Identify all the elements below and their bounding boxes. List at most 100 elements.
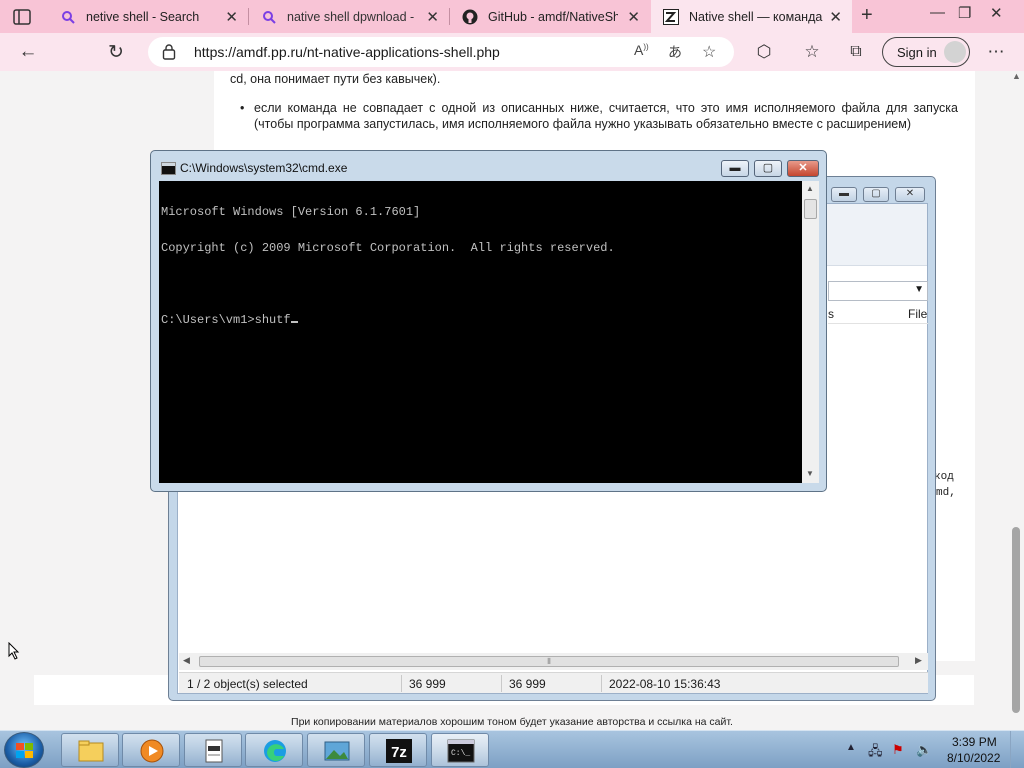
cmd-prompt-line: C:\Users\vm1>shutf xyxy=(161,313,291,327)
github-icon xyxy=(462,9,478,25)
sign-in-label: Sign in xyxy=(897,45,937,60)
scroll-right-icon[interactable]: ▶ xyxy=(915,655,922,666)
tab-search-1[interactable]: netive shell - Search ✕ xyxy=(48,0,248,33)
close-tab-icon[interactable]: ✕ xyxy=(426,8,439,26)
clock-time[interactable]: 3:39 PM xyxy=(952,735,997,749)
sign-in-button[interactable]: Sign in xyxy=(882,37,970,67)
tab-title: netive shell - Search xyxy=(86,9,200,24)
cmd-vertical-scrollbar[interactable]: ▲ ▼ xyxy=(802,181,819,483)
article-text: cd, она понимает пути без кавычек). если… xyxy=(230,71,958,133)
clock-date[interactable]: 8/10/2022 xyxy=(947,751,1000,765)
code-fragment: код md, xyxy=(934,469,956,501)
status-divider xyxy=(501,675,502,692)
avatar-icon xyxy=(944,41,966,63)
more-menu-icon[interactable]: ⋯ xyxy=(984,40,1008,64)
back-icon[interactable]: ← xyxy=(16,40,40,64)
fm-close-icon[interactable]: ✕ xyxy=(895,187,925,202)
minimize-icon[interactable]: — xyxy=(930,4,945,21)
site-favicon-icon xyxy=(663,8,679,25)
scroll-up-icon[interactable]: ▲ xyxy=(806,184,814,193)
lock-icon[interactable] xyxy=(162,43,176,60)
show-desktop-button[interactable] xyxy=(1010,731,1024,768)
cmd-minimize-icon[interactable]: ▬ xyxy=(721,160,749,177)
refresh-icon[interactable]: ↻ xyxy=(104,40,128,64)
page-scrollbar[interactable]: ▲ xyxy=(1008,71,1024,730)
windows-logo-icon xyxy=(16,743,33,758)
status-divider xyxy=(401,675,402,692)
tab-native-shell[interactable]: Native shell — команда ✕ xyxy=(651,0,852,33)
action-center-icon[interactable]: ⚑ xyxy=(892,742,904,758)
cmd-window[interactable]: C:\Windows\system32\cmd.exe ▬ ▢ ✕ Micros… xyxy=(150,150,827,492)
cmd-icon[interactable] xyxy=(161,162,176,175)
close-tab-icon[interactable]: ✕ xyxy=(829,8,842,26)
close-window-icon[interactable]: ✕ xyxy=(990,4,1003,22)
fm-column-file[interactable]: File xyxy=(908,307,927,321)
cmd-scroll-thumb[interactable] xyxy=(804,199,817,219)
translate-icon[interactable]: あ xyxy=(668,42,682,62)
add-favorite-icon[interactable]: ☆ xyxy=(702,42,716,62)
system-tray: ▲ 🖧 ⚑ 🔈 3:39 PM 8/10/2022 xyxy=(844,731,1024,768)
cmd-line: Copyright (c) 2009 Microsoft Corporation… xyxy=(161,241,615,255)
svg-text:7z: 7z xyxy=(391,744,407,761)
fm-maximize-icon[interactable]: ▢ xyxy=(863,187,889,202)
extensions-icon[interactable]: ⬡ xyxy=(752,40,776,64)
article-line: cd, она понимает пути без кавычек). xyxy=(230,72,441,86)
text-cursor xyxy=(290,321,298,323)
cmd-console[interactable]: Microsoft Windows [Version 6.1.7601] Cop… xyxy=(159,181,802,483)
fm-horizontal-scrollbar[interactable]: ◀ ⦀ ▶ xyxy=(179,653,928,670)
scroll-down-icon[interactable]: ▼ xyxy=(806,469,814,478)
cmd-close-icon[interactable]: ✕ xyxy=(787,160,819,177)
address-bar[interactable]: https://amdf.pp.ru/nt-native-application… xyxy=(148,37,734,67)
start-button[interactable] xyxy=(4,732,44,768)
close-tab-icon[interactable]: ✕ xyxy=(627,8,640,26)
notepad-icon xyxy=(205,739,223,763)
taskbar-explorer[interactable] xyxy=(61,733,119,767)
fm-column-partial[interactable]: s xyxy=(828,307,834,321)
fm-column-header: s File xyxy=(828,304,928,324)
chevron-down-icon[interactable]: ▼ xyxy=(914,284,924,295)
taskbar-edge[interactable] xyxy=(245,733,303,767)
edge-icon xyxy=(264,740,286,762)
status-divider xyxy=(601,675,602,692)
scroll-up-icon[interactable]: ▲ xyxy=(1012,71,1021,81)
tab-title: GitHub - amdf/NativeShe xyxy=(488,9,618,24)
tab-title: native shell dpwnload - S xyxy=(287,9,417,24)
favorites-icon[interactable]: ☆ xyxy=(800,40,824,64)
taskbar-cmd[interactable]: C:\_ xyxy=(431,733,489,767)
taskbar-7zip[interactable]: 7z xyxy=(369,733,427,767)
fm-path-dropdown[interactable]: ▼ xyxy=(828,281,928,301)
network-icon[interactable]: 🖧 xyxy=(868,742,883,764)
fm-minimize-icon[interactable]: ▬ xyxy=(831,187,857,202)
taskbar-notepad[interactable] xyxy=(184,733,242,767)
restore-icon[interactable]: ❐ xyxy=(958,4,971,22)
close-tab-icon[interactable]: ✕ xyxy=(225,8,238,26)
tab-actions-icon[interactable] xyxy=(12,7,32,27)
volume-icon[interactable]: 🔈 xyxy=(916,742,932,758)
fm-status-modified: 2022-08-10 15:36:43 xyxy=(609,677,721,691)
taskbar: 7z C:\_ ▲ 🖧 ⚑ 🔈 3:39 PM 8/10/2022 xyxy=(0,730,1024,768)
search-icon xyxy=(60,9,76,25)
search-icon xyxy=(261,9,277,25)
folder-icon xyxy=(78,740,104,762)
show-hidden-icons-icon[interactable]: ▲ xyxy=(846,742,856,753)
scroll-left-icon[interactable]: ◀ xyxy=(183,655,190,666)
tab-search-2[interactable]: native shell dpwnload - S ✕ xyxy=(249,0,449,33)
cmd-maximize-icon[interactable]: ▢ xyxy=(754,160,782,177)
media-player-icon xyxy=(140,739,164,763)
read-aloud-icon[interactable]: A)) xyxy=(634,42,649,58)
taskbar-image-viewer[interactable] xyxy=(307,733,365,767)
url-text: https://amdf.pp.ru/nt-native-application… xyxy=(194,44,500,60)
mouse-pointer-icon xyxy=(8,642,20,660)
fm-status-selection: 1 / 2 object(s) selected xyxy=(187,677,308,691)
collections-icon[interactable]: ⧉ xyxy=(844,40,868,64)
svg-text:C:\_: C:\_ xyxy=(451,749,470,758)
code-fragment-line: код xyxy=(934,471,954,483)
article-bullet: если команда не совпадает с одной из опи… xyxy=(230,100,958,133)
copyright-notice: При копировании материалов хорошим тоном… xyxy=(291,716,733,728)
new-tab-icon[interactable]: + xyxy=(861,4,873,27)
taskbar-media-player[interactable] xyxy=(122,733,180,767)
tab-github[interactable]: GitHub - amdf/NativeShe ✕ xyxy=(450,0,650,33)
cmd-line xyxy=(161,278,615,290)
page-scroll-thumb[interactable] xyxy=(1012,527,1020,713)
fm-scroll-thumb[interactable]: ⦀ xyxy=(199,656,899,667)
